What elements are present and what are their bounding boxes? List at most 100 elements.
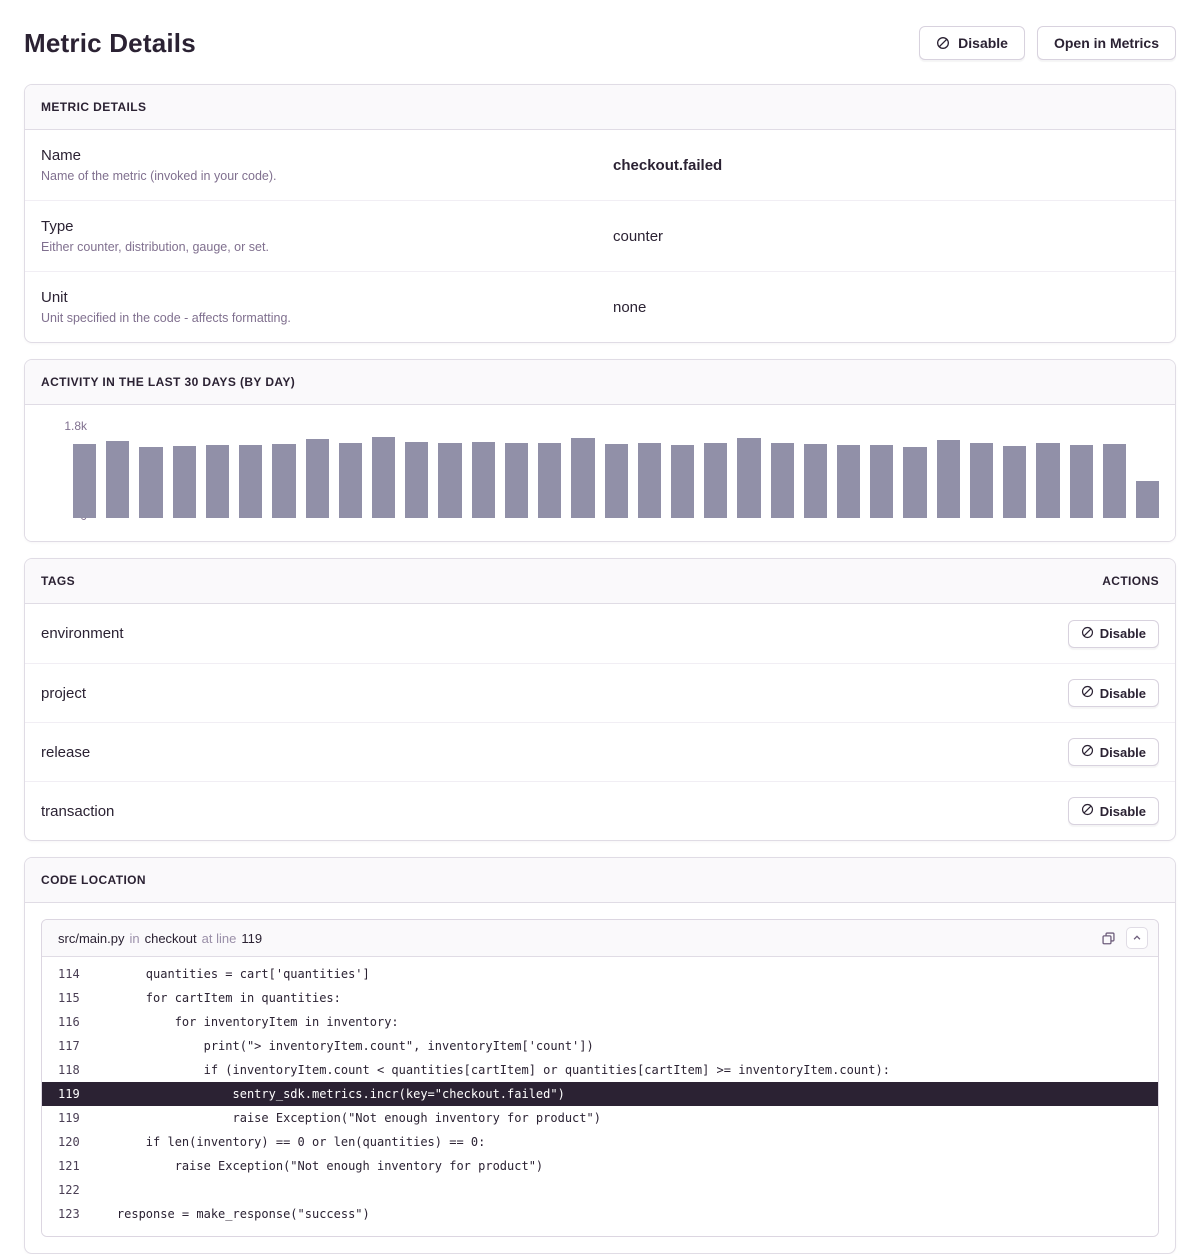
activity-bar [804,444,827,518]
metric-details-panel-header: METRIC DETAILS [25,85,1175,130]
code-line: 121 raise Exception("Not enough inventor… [42,1154,1158,1178]
code-line: 122 [42,1178,1158,1202]
activity-bar [771,443,794,518]
activity-bar [106,441,129,518]
disable-metric-label: Disable [958,35,1008,51]
disable-metric-button[interactable]: Disable [919,26,1025,60]
detail-label: Type [41,218,613,235]
open-in-metrics-label: Open in Metrics [1054,35,1159,51]
copy-icon[interactable] [1099,929,1118,948]
disable-tag-label: Disable [1100,745,1146,760]
code-line-text: quantities = cart['quantities'] [82,962,370,986]
code-line-text: if (inventoryItem.count < quantities[car… [82,1058,890,1082]
code-in-word: in [129,931,139,946]
code-line-text: for inventoryItem in inventory: [82,1010,399,1034]
code-line: 114 quantities = cart['quantities'] [42,962,1158,986]
activity-bar [837,445,860,518]
code-line-number: 117 [42,1034,82,1058]
code-line-text [82,1178,88,1202]
activity-panel-title: ACTIVITY IN THE LAST 30 DAYS (BY DAY) [41,375,295,389]
activity-bar [870,445,893,518]
code-lines: 114 quantities = cart['quantities'] 115 … [42,957,1158,1236]
activity-panel-header: ACTIVITY IN THE LAST 30 DAYS (BY DAY) [25,360,1175,405]
metric-detail-row: Unit Unit specified in the code - affect… [25,271,1175,342]
tag-label: project [41,685,86,702]
tag-row: transaction Disable [25,781,1175,840]
code-line-number: 119 [42,1082,82,1106]
topbar-actions: Disable Open in Metrics [919,26,1176,60]
code-snippet-frame: src/main.py in checkout at line 119 [41,919,1159,1237]
code-line-number: 119 [42,1106,82,1130]
activity-panel: ACTIVITY IN THE LAST 30 DAYS (BY DAY) 1.… [24,359,1176,542]
activity-bar [438,443,461,518]
page-title: Metric Details [24,28,196,59]
code-at-line-word: at line [202,931,237,946]
disable-tag-label: Disable [1100,626,1146,641]
code-line-text: raise Exception("Not enough inventory fo… [82,1154,543,1178]
code-line-number: 115 [42,986,82,1010]
activity-bar [73,444,96,518]
code-location-panel-title: CODE LOCATION [41,873,146,887]
chevron-up-icon [1132,931,1142,946]
code-line-number: 122 [42,1178,82,1202]
code-line-number: 123 [42,1202,82,1226]
tags-panel-title: TAGS [41,574,75,588]
activity-bar [1103,444,1126,518]
code-location-panel: CODE LOCATION src/main.py in checkout at… [24,857,1176,1254]
metric-details-page: Metric Details Disable Open in Metrics M… [0,0,1200,1254]
activity-bar [139,447,162,518]
activity-bar [605,444,628,518]
activity-bar [505,443,528,518]
activity-bar [239,445,262,518]
collapse-snippet-button[interactable] [1126,927,1148,949]
code-line-number: 121 [42,1154,82,1178]
detail-label: Unit [41,289,613,306]
disable-tag-button[interactable]: Disable [1068,620,1159,648]
disable-tag-button[interactable]: Disable [1068,679,1159,707]
activity-bar [671,445,694,518]
code-header-actions [1099,927,1148,949]
code-line: 116 for inventoryItem in inventory: [42,1010,1158,1034]
activity-bar [472,442,495,518]
code-line: 115 for cartItem in quantities: [42,986,1158,1010]
circle-slash-icon [1081,685,1094,701]
detail-value: none [613,299,646,316]
activity-bar [903,447,926,518]
tags-panel-header: TAGS ACTIONS [25,559,1175,604]
code-line-text: sentry_sdk.metrics.incr(key="checkout.fa… [82,1082,565,1106]
metric-details-rows: Name Name of the metric (invoked in your… [25,130,1175,342]
code-line-text: print("> inventoryItem.count", inventory… [82,1034,594,1058]
tag-label: environment [41,625,124,642]
activity-bar [272,444,295,518]
metric-details-panel-title: METRIC DETAILS [41,100,146,114]
code-file-path: src/main.py in checkout at line 119 [58,931,1099,946]
disable-tag-button[interactable]: Disable [1068,797,1159,825]
tag-row: release Disable [25,722,1175,781]
bar-series [73,428,1159,518]
code-line-number: 118 [42,1058,82,1082]
disable-tag-label: Disable [1100,804,1146,819]
open-in-metrics-button[interactable]: Open in Metrics [1037,26,1176,60]
tag-row: environment Disable [25,604,1175,663]
activity-bar [405,442,428,518]
detail-description: Name of the metric (invoked in your code… [41,169,613,183]
code-line-text: response = make_response("success") [82,1202,370,1226]
disable-tag-label: Disable [1100,686,1146,701]
tags-panel: TAGS ACTIONS environment Disable project… [24,558,1176,841]
activity-bar [1070,445,1093,518]
activity-bar [1003,446,1026,518]
activity-bar [538,443,561,518]
code-line-text: for cartItem in quantities: [82,986,341,1010]
disable-tag-button[interactable]: Disable [1068,738,1159,766]
detail-description: Unit specified in the code - affects for… [41,311,613,325]
metric-detail-row: Type Either counter, distribution, gauge… [25,200,1175,271]
activity-bar [970,443,993,518]
tag-row: project Disable [25,663,1175,722]
metric-details-panel: METRIC DETAILS Name Name of the metric (… [24,84,1176,343]
activity-bar [704,443,727,518]
activity-bar [206,445,229,518]
activity-bar [937,440,960,518]
circle-slash-icon [936,36,950,50]
tags-actions-header: ACTIONS [1102,574,1159,588]
code-line-ref: 119 [241,931,262,946]
